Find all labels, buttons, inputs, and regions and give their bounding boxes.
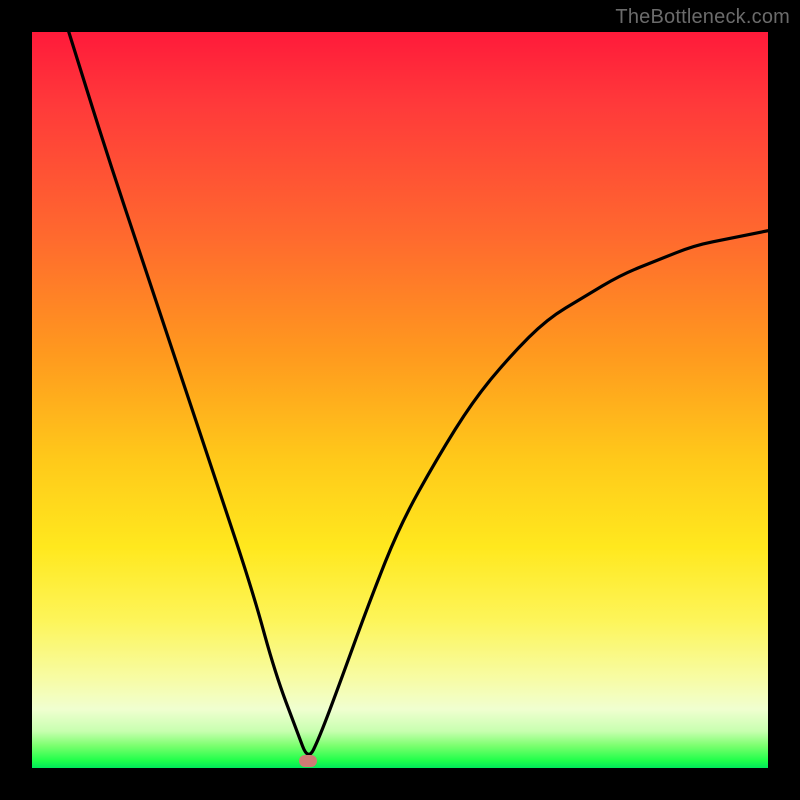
bottleneck-curve <box>32 32 768 768</box>
optimum-marker <box>299 755 317 767</box>
plot-area <box>32 32 768 768</box>
watermark-text: TheBottleneck.com <box>615 6 790 29</box>
chart-frame: TheBottleneck.com <box>0 0 800 800</box>
